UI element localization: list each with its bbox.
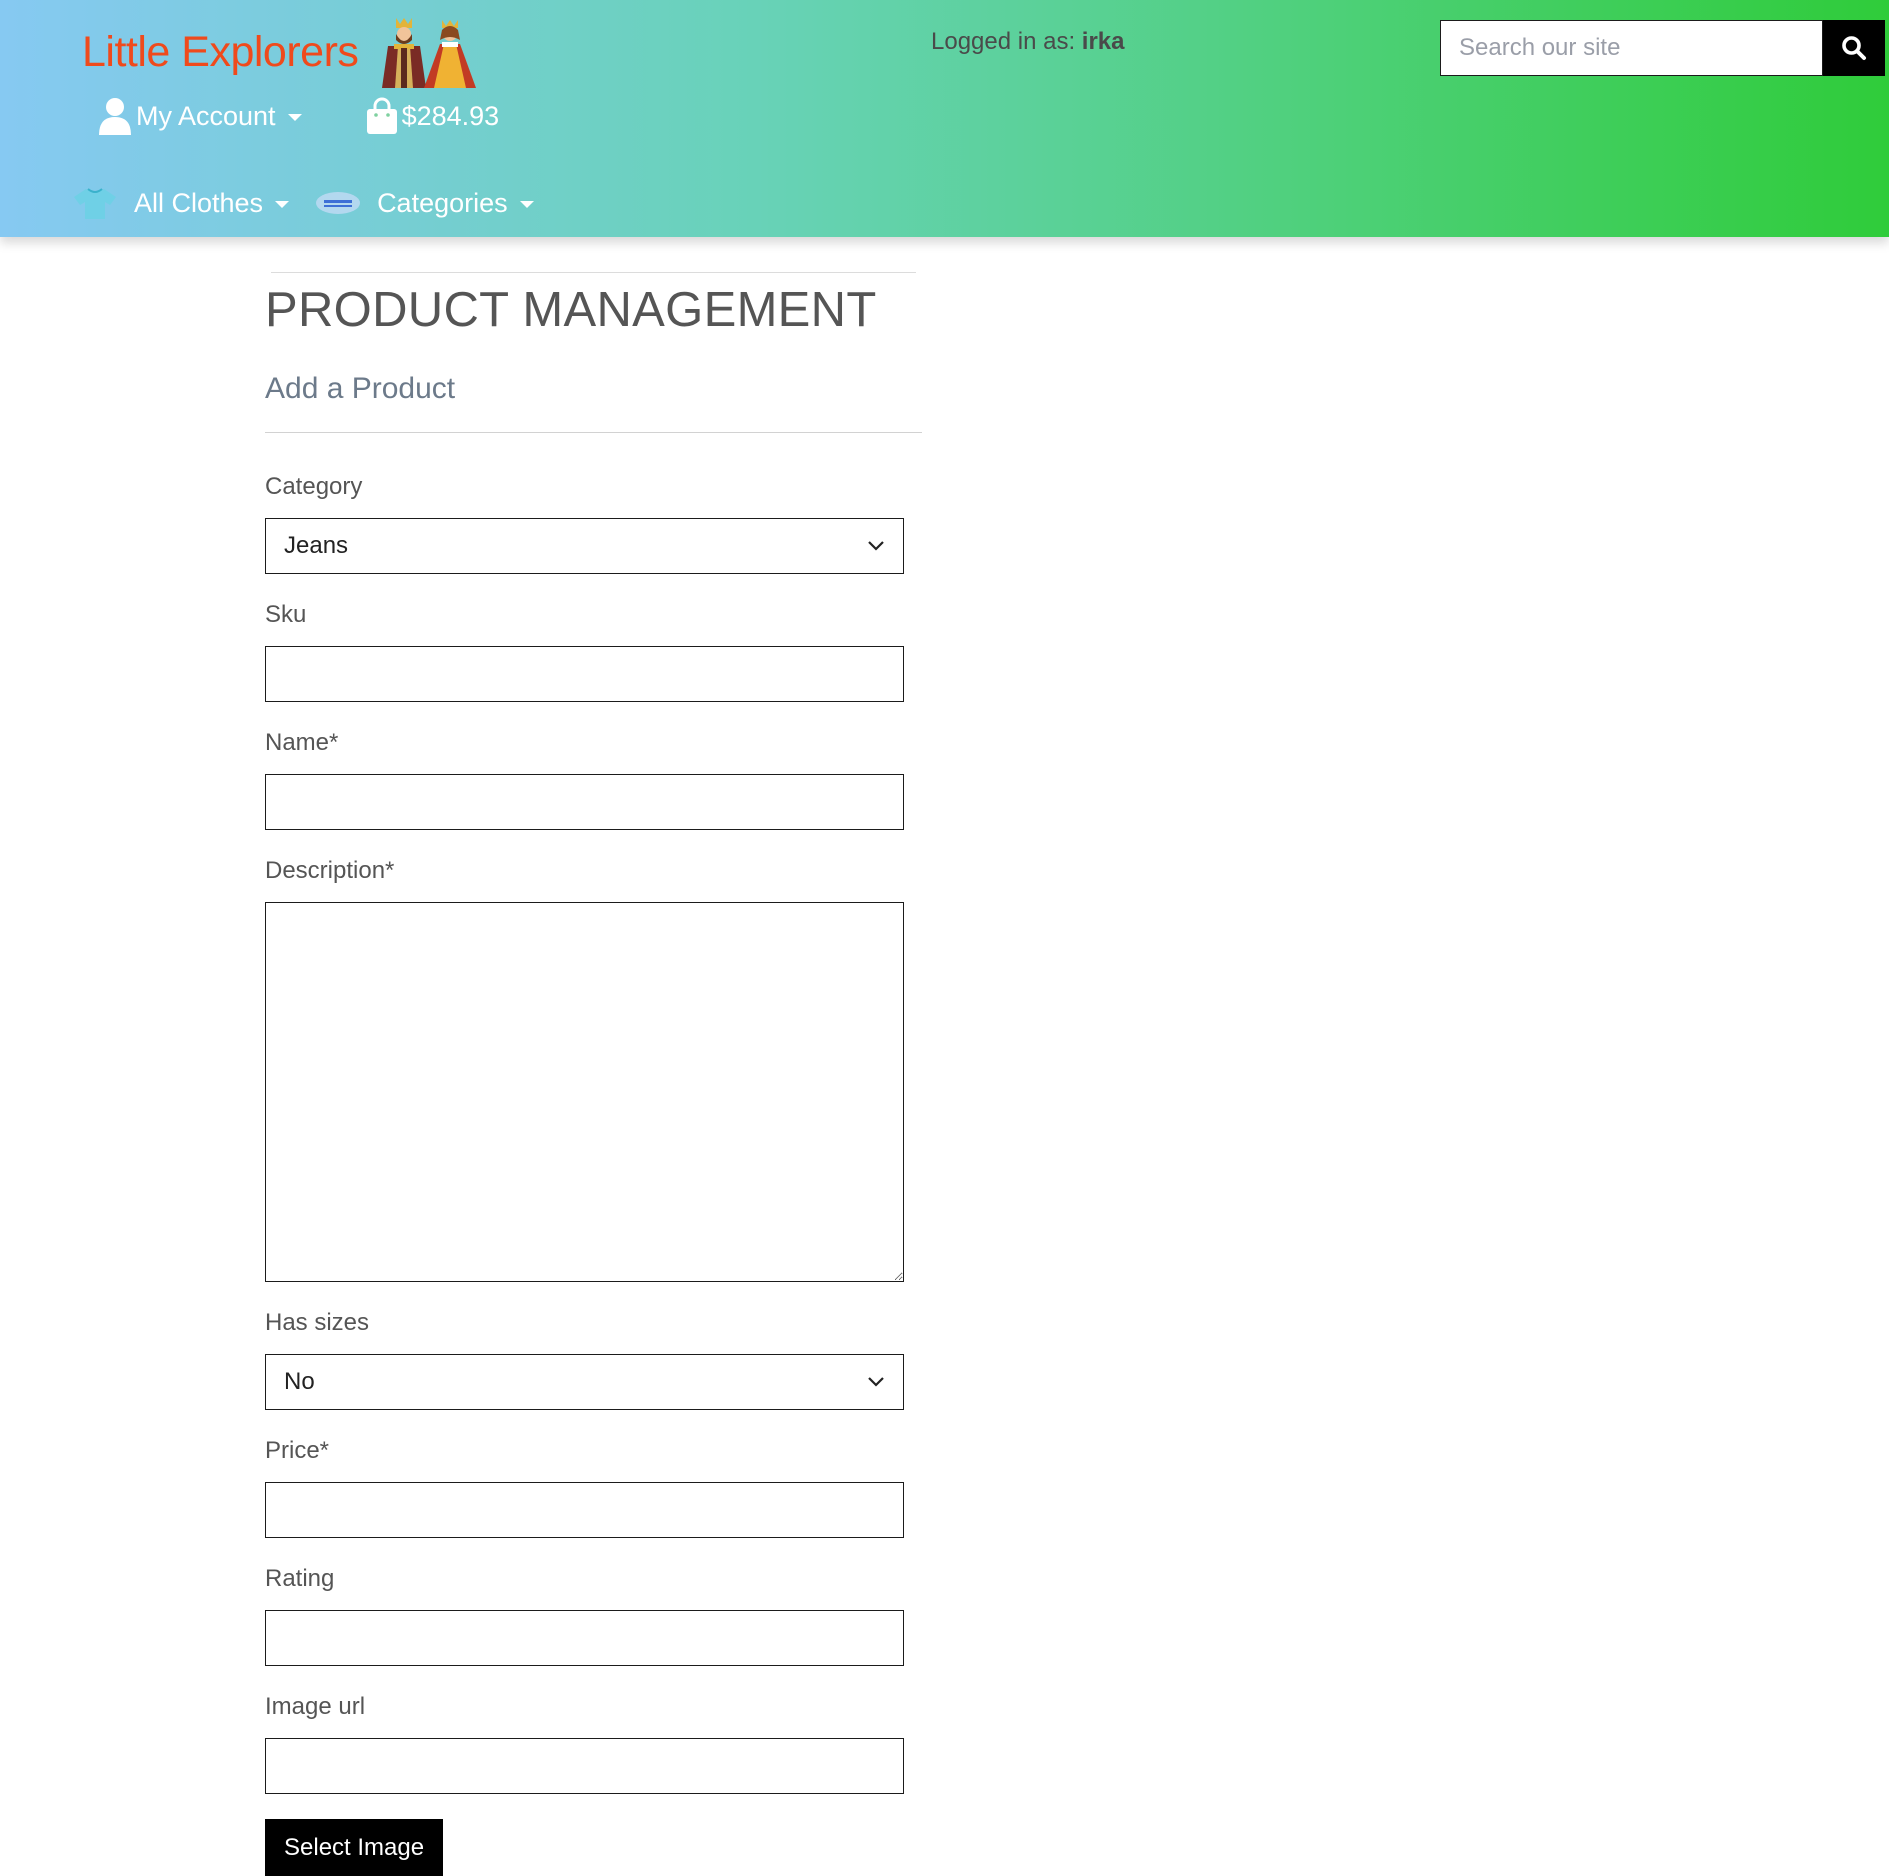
divider: [271, 272, 916, 273]
category-select[interactable]: Jeans: [265, 518, 904, 574]
page-subtitle: Add a Product: [265, 372, 456, 405]
site-header: Little Explorers Logged in as: irka Sear…: [0, 0, 1889, 237]
categories-label: Categories: [377, 187, 508, 218]
sku-label: Sku: [265, 601, 307, 628]
chevron-down-icon: [287, 113, 302, 121]
chevron-down-icon: [519, 200, 534, 208]
chevron-down-icon: [868, 1377, 884, 1387]
search-button[interactable]: [1823, 20, 1885, 76]
logged-in-label: Logged in as:: [931, 28, 1076, 55]
main-nav: All Clothes Categories: [72, 186, 534, 220]
price-input[interactable]: [265, 1482, 904, 1538]
rating-input[interactable]: [265, 1610, 904, 1666]
shopping-bag-icon: [366, 97, 397, 134]
jeans-icon: [316, 192, 361, 214]
chevron-down-icon: [868, 541, 884, 551]
search-form: [1440, 20, 1885, 76]
description-label: Description*: [265, 857, 395, 884]
king-queen-icon: [382, 18, 477, 88]
sku-input[interactable]: [265, 646, 904, 702]
category-selected-value: Jeans: [284, 532, 349, 559]
has-sizes-select[interactable]: No: [265, 1354, 904, 1410]
has-sizes-label: Has sizes: [265, 1309, 370, 1336]
account-nav: My Account $284.93: [98, 97, 499, 135]
brand-name: Little Explorers: [82, 27, 359, 76]
rating-label: Rating: [265, 1565, 335, 1592]
cart-total: $284.93: [401, 100, 500, 131]
user-icon: [99, 98, 131, 135]
category-label: Category: [265, 473, 363, 500]
image-url-label: Image url: [265, 1693, 366, 1720]
cart-link[interactable]: $284.93: [366, 97, 500, 135]
name-label: Name*: [265, 729, 339, 756]
page-title: PRODUCT MANAGEMENT: [265, 283, 877, 337]
categories-dropdown[interactable]: Categories: [315, 188, 534, 219]
all-clothes-dropdown[interactable]: All Clothes: [72, 186, 290, 220]
search-input[interactable]: [1440, 20, 1823, 76]
logged-in-status: Logged in as: irka: [931, 28, 1125, 56]
description-textarea[interactable]: [265, 902, 904, 1282]
chevron-down-icon: [275, 200, 290, 208]
select-image-button[interactable]: Select Image: [265, 1819, 444, 1876]
my-account-label: My Account: [136, 100, 276, 131]
name-input[interactable]: [265, 774, 904, 830]
brand-link[interactable]: Little Explorers: [82, 16, 478, 88]
all-clothes-label: All Clothes: [134, 187, 264, 218]
my-account-dropdown[interactable]: My Account: [98, 97, 302, 135]
divider: [265, 432, 922, 433]
search-icon: [1842, 36, 1866, 60]
has-sizes-selected-value: No: [284, 1368, 315, 1395]
image-url-input[interactable]: [265, 1738, 904, 1794]
logged-in-username: irka: [1081, 28, 1125, 55]
price-label: Price*: [265, 1437, 330, 1464]
tshirt-icon: [74, 188, 116, 219]
